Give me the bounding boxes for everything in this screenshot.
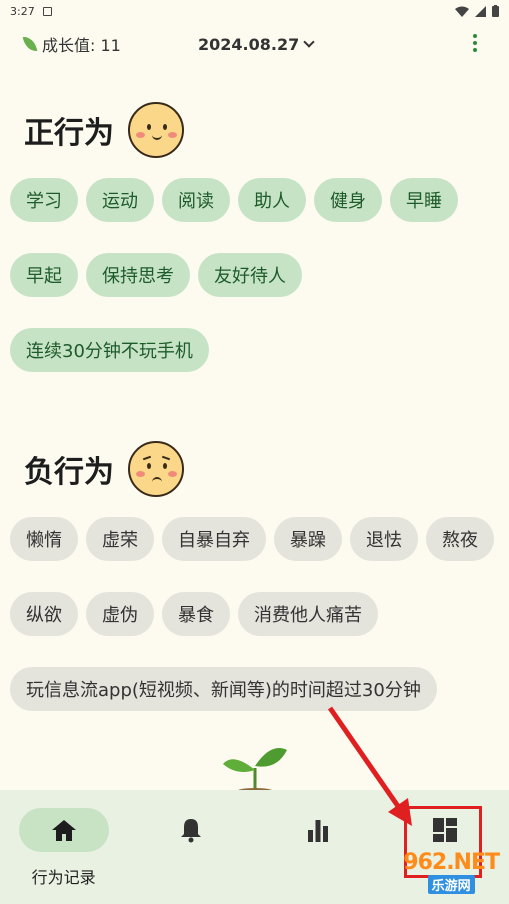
positive-chip[interactable]: 阅读 bbox=[162, 178, 230, 222]
negative-chip[interactable]: 虚伪 bbox=[86, 592, 154, 636]
nav-item-notifications[interactable] bbox=[127, 790, 254, 904]
smiley-face-icon bbox=[128, 102, 184, 158]
leaf-icon bbox=[22, 35, 38, 53]
negative-section: 负行为 懒惰 虚荣 自暴自弃 暴躁 退怯 熬夜 纵欲 虚伪 暴食 消费他人痛苦 玩信息流app(短视… bbox=[0, 441, 509, 742]
wifi-icon bbox=[455, 6, 469, 17]
positive-chip[interactable]: 保持思考 bbox=[86, 253, 190, 297]
positive-chip[interactable]: 健身 bbox=[314, 178, 382, 222]
positive-chip[interactable]: 友好待人 bbox=[198, 253, 302, 297]
negative-chip[interactable]: 暴食 bbox=[162, 592, 230, 636]
negative-chip[interactable]: 暴躁 bbox=[274, 517, 342, 561]
positive-chip[interactable]: 助人 bbox=[238, 178, 306, 222]
positive-section: 正行为 学习 运动 阅读 助人 健身 早睡早起 保持思考 友好待人连续30分钟不玩手机 bbox=[0, 102, 509, 403]
status-time: 3:27 bbox=[10, 4, 35, 18]
negative-title: 负行为 bbox=[10, 441, 499, 497]
negative-chip[interactable]: 纵欲 bbox=[10, 592, 78, 636]
positive-chip-list: 学习 运动 阅读 助人 健身 早睡早起 保持思考 友好待人连续30分钟不玩手机 bbox=[10, 178, 499, 403]
negative-chip[interactable]: 退怯 bbox=[350, 517, 418, 561]
negative-chip[interactable]: 消费他人痛苦 bbox=[238, 592, 378, 636]
positive-title: 正行为 bbox=[10, 102, 499, 158]
notification-icon bbox=[42, 6, 52, 16]
positive-chip[interactable]: 连续30分钟不玩手机 bbox=[10, 328, 209, 372]
growth-value: 成长值: 11 bbox=[22, 32, 121, 56]
more-menu-icon[interactable] bbox=[473, 34, 477, 52]
positive-chip[interactable]: 学习 bbox=[10, 178, 78, 222]
status-bar: 3:27 bbox=[0, 0, 509, 22]
sad-face-icon bbox=[128, 441, 184, 497]
positive-chip[interactable]: 早起 bbox=[10, 253, 78, 297]
watermark-bottom-text: 乐游网 bbox=[427, 875, 475, 894]
watermark-logo: 962.NET 乐游网 bbox=[403, 850, 500, 894]
sprout-icon bbox=[223, 748, 287, 792]
nav-item-records[interactable]: 行为记录 bbox=[0, 790, 127, 904]
positive-title-text: 正行为 bbox=[24, 116, 114, 151]
negative-chip[interactable]: 自暴自弃 bbox=[162, 517, 266, 561]
top-bar: 成长值: 11 2024.08.27 bbox=[0, 22, 509, 66]
positive-chip[interactable]: 运动 bbox=[86, 178, 154, 222]
positive-chip[interactable]: 早睡 bbox=[390, 178, 458, 222]
watermark-top-text: 962.NET bbox=[403, 850, 500, 875]
chevron-down-icon bbox=[303, 35, 315, 48]
negative-chip-list: 懒惰 虚荣 自暴自弃 暴躁 退怯 熬夜 纵欲 虚伪 暴食 消费他人痛苦 玩信息流app(短视频、新闻… bbox=[10, 517, 499, 742]
date-selector[interactable]: 2024.08.27 bbox=[198, 34, 315, 54]
negative-chip[interactable]: 懒惰 bbox=[10, 517, 78, 561]
negative-chip[interactable]: 熬夜 bbox=[426, 517, 494, 561]
growth-label: 成长值: 11 bbox=[42, 36, 121, 55]
negative-title-text: 负行为 bbox=[24, 455, 114, 490]
date-label: 2024.08.27 bbox=[198, 34, 300, 54]
home-icon bbox=[51, 820, 76, 841]
negative-chip[interactable]: 虚荣 bbox=[86, 517, 154, 561]
bell-icon bbox=[180, 819, 201, 843]
signal-icon bbox=[475, 5, 486, 17]
battery-icon bbox=[492, 5, 499, 17]
nav-label-records: 行为记录 bbox=[31, 868, 96, 887]
